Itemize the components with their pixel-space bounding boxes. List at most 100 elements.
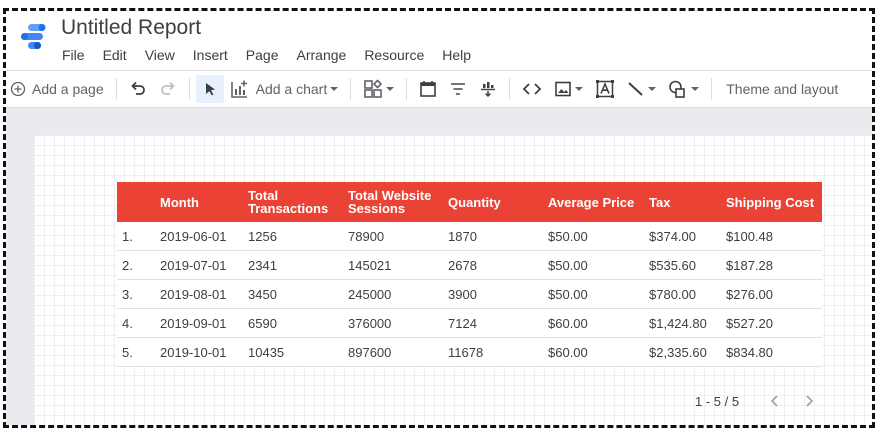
undo-icon [130,81,145,95]
cell-month: 2019-08-01 [160,286,227,302]
line-button[interactable] [621,75,662,103]
select-tool-button[interactable] [195,75,224,103]
toolbar-divider [406,78,408,100]
cell-month: 2019-06-01 [160,228,227,244]
theme-layout-button[interactable]: Theme and layout [718,75,844,103]
toolbar-divider [188,78,190,100]
shape-button[interactable] [662,75,705,103]
previous-page-button[interactable] [763,389,787,413]
row-index: 2. [122,257,133,273]
table-pagination: 1 - 5 / 5 [695,389,821,413]
data-control-button[interactable] [473,75,503,103]
cell-shipping-cost: $100.48 [726,228,773,244]
add-chart-button[interactable]: Add a chart [224,75,345,103]
cell-transactions: 1256 [248,228,277,244]
cell-shipping-cost: $187.28 [726,257,773,273]
toolbar: Add a page Add a chart Theme and layout [6,70,872,108]
menu-view[interactable]: View [136,47,184,63]
toolbar-divider [711,78,713,100]
header-average-price[interactable]: Average Price [543,196,644,209]
text-button[interactable] [589,75,621,103]
cell-sessions: 145021 [348,257,392,273]
add-circle-icon [10,81,26,97]
menu-file[interactable]: File [53,47,94,63]
header-month[interactable]: Month [155,196,243,209]
shapes-icon [669,80,686,98]
header-total-website-sessions[interactable]: Total Website Sessions [343,189,443,215]
chevron-down-icon [575,87,584,91]
chevron-down-icon [648,87,657,91]
components-icon [364,79,383,98]
header-shipping-cost[interactable]: Shipping Cost [721,196,822,209]
report-title[interactable]: Untitled Report [61,16,201,40]
row-index: 5. [122,344,133,360]
row-index: 1. [122,228,133,244]
date-range-button[interactable] [413,75,443,103]
calendar-icon [420,81,437,97]
toolbar-divider [115,78,117,100]
cell-sessions: 78900 [348,228,385,244]
community-viz-button[interactable] [357,75,400,103]
undo-button[interactable] [123,75,153,103]
add-chart-label: Add a chart [255,81,328,97]
text-box-icon [596,80,615,98]
table-row: 2. 2019-07-01 2341 145021 2678 $50.00 $5… [117,251,822,280]
header-quantity[interactable]: Quantity [443,196,543,209]
report-page[interactable]: Month Total Transactions Total Website S… [34,135,872,425]
menu-resource[interactable]: Resource [355,47,433,63]
image-icon [555,81,572,97]
toolbar-divider [509,78,511,100]
cell-quantity: 3900 [448,286,477,302]
menu-edit[interactable]: Edit [94,47,136,63]
add-chart-icon [230,80,247,98]
cell-average-price: $60.00 [548,344,588,360]
cell-tax: $374.00 [649,228,696,244]
menu-insert[interactable]: Insert [184,47,237,63]
menu-page[interactable]: Page [237,47,288,63]
data-control-icon [481,82,496,98]
add-page-label: Add a page [32,81,104,97]
chevron-right-icon [806,395,814,407]
header-tax[interactable]: Tax [644,196,721,209]
report-canvas: Month Total Transactions Total Website S… [6,108,872,425]
chevron-down-icon [386,87,395,91]
cell-shipping-cost: $527.20 [726,315,773,331]
cell-average-price: $50.00 [548,228,588,244]
chevron-left-icon [770,395,778,407]
line-icon [628,82,643,96]
cell-average-price: $50.00 [548,257,588,273]
embed-url-button[interactable] [516,75,548,103]
cell-quantity: 7124 [448,315,477,331]
cell-average-price: $60.00 [548,315,588,331]
data-table[interactable]: Month Total Transactions Total Website S… [117,182,822,367]
cell-quantity: 2678 [448,257,477,273]
cell-transactions: 2341 [248,257,277,273]
cell-transactions: 10435 [248,344,285,360]
menu-bar: File Edit View Insert Page Arrange Resou… [53,47,480,63]
table-row: 3. 2019-08-01 3450 245000 3900 $50.00 $7… [117,280,822,309]
cell-average-price: $50.00 [548,286,588,302]
cell-shipping-cost: $276.00 [726,286,773,302]
menu-help[interactable]: Help [433,47,480,63]
cell-sessions: 376000 [348,315,392,331]
redo-button[interactable] [153,75,183,103]
cell-transactions: 6590 [248,315,277,331]
add-page-button[interactable]: Add a page [6,75,110,103]
cell-sessions: 897600 [348,344,392,360]
filter-control-button[interactable] [443,75,473,103]
table-row: 5. 2019-10-01 10435 897600 11678 $60.00 … [117,338,822,367]
table-header-row: Month Total Transactions Total Website S… [117,182,822,222]
pagination-range: 1 - 5 / 5 [695,393,740,409]
filter-icon [451,83,466,95]
cell-tax: $1,424.80 [649,315,707,331]
header-total-transactions[interactable]: Total Transactions [243,189,343,215]
next-page-button[interactable] [797,389,821,413]
redo-icon [160,81,175,95]
chevron-down-icon [691,87,700,91]
cell-month: 2019-07-01 [160,257,227,273]
menu-arrange[interactable]: Arrange [288,47,356,63]
cell-sessions: 245000 [348,286,392,302]
chevron-down-icon [330,87,339,91]
image-button[interactable] [548,75,589,103]
cell-shipping-cost: $834.80 [726,344,773,360]
